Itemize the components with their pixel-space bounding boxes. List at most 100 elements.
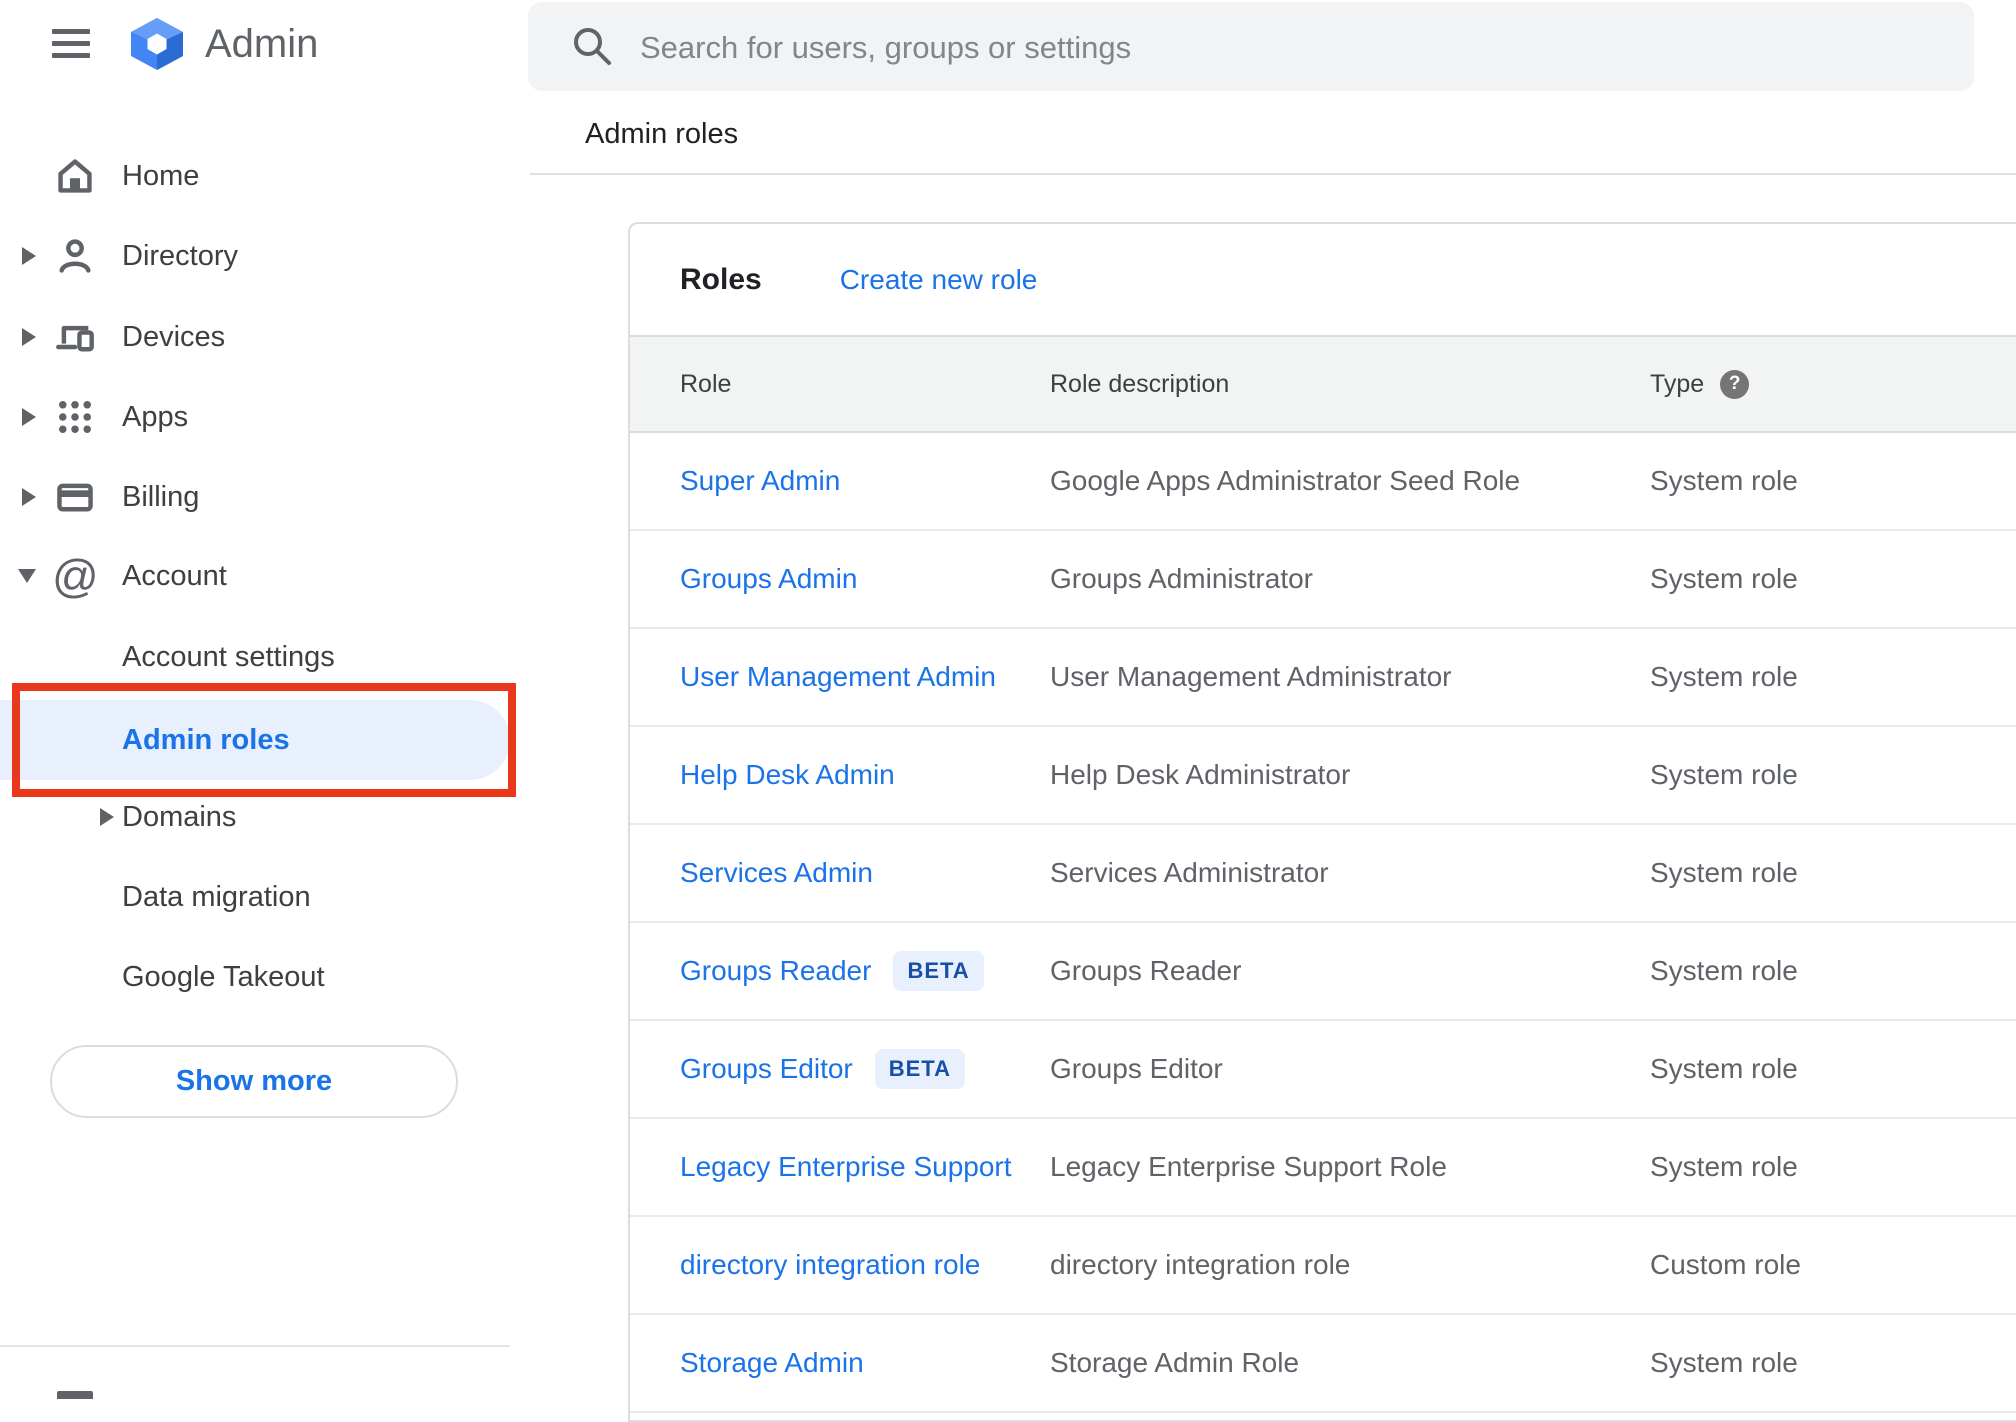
role-link[interactable]: Help Desk Admin — [680, 759, 895, 790]
apps-grid-icon — [59, 401, 91, 433]
role-type: System role — [1650, 661, 1798, 692]
role-type: System role — [1650, 955, 1798, 986]
role-description: Services Administrator — [1050, 857, 1329, 888]
sidebar-item-home[interactable]: Home — [0, 136, 530, 216]
account-at-icon: @ — [52, 550, 99, 602]
card-title: Roles — [680, 262, 762, 296]
role-link[interactable]: Groups Admin — [680, 563, 857, 594]
table-header-row: Role Role description Type ? — [630, 335, 2016, 433]
expand-arrow-icon[interactable] — [22, 328, 36, 346]
table-row: Groups Reader BETA Groups Reader System … — [630, 923, 2016, 1021]
table-row: User Management Admin User Management Ad… — [630, 629, 2016, 727]
help-icon[interactable]: ? — [1720, 369, 1750, 399]
devices-icon — [56, 325, 94, 352]
home-icon — [58, 159, 92, 193]
table-row: Legacy Enterprise Support Legacy Enterpr… — [630, 1119, 2016, 1217]
sidebar-item-domains[interactable]: Domains — [0, 777, 530, 857]
admin-logo: Admin — [127, 14, 318, 74]
sidebar-item-label: Admin roles — [122, 723, 290, 756]
column-header-role: Role — [680, 369, 732, 398]
role-type: System role — [1650, 759, 1798, 790]
role-link[interactable]: Legacy Enterprise Support — [680, 1151, 1012, 1182]
role-type: System role — [1650, 857, 1798, 888]
collapse-arrow-icon[interactable] — [18, 569, 36, 583]
sidebar-item-account[interactable]: @ Account — [0, 536, 530, 616]
table-row: Groups Admin Groups Administrator System… — [630, 531, 2016, 629]
role-description: Google Apps Administrator Seed Role — [1050, 465, 1521, 496]
sidebar-header: Admin — [0, 0, 530, 90]
role-link[interactable]: directory integration role — [680, 1249, 980, 1280]
sidebar-item-billing[interactable]: Billing — [0, 457, 530, 537]
role-type: System role — [1650, 1053, 1798, 1084]
sidebar-item-label: Apps — [122, 400, 189, 433]
role-link[interactable]: Super Admin — [680, 465, 840, 496]
sidebar-item-apps[interactable]: Apps — [0, 377, 530, 457]
sidebar-item-data-migration[interactable]: Data migration — [0, 857, 530, 937]
sidebar-item-label: Directory — [122, 239, 239, 272]
sidebar-item-label: Home — [122, 159, 200, 192]
sidebar-item-label: Google Takeout — [122, 960, 325, 993]
role-type: System role — [1650, 465, 1798, 496]
admin-hexagon-logo-icon — [131, 18, 183, 70]
expand-arrow-icon[interactable] — [22, 247, 36, 265]
role-link[interactable]: User Management Admin — [680, 661, 996, 692]
role-link[interactable]: Storage Admin — [680, 1347, 864, 1378]
header-divider — [530, 173, 2016, 175]
billing-card-icon — [57, 483, 93, 512]
table-row: Storage Admin Storage Admin Role System … — [630, 1315, 2016, 1413]
sidebar-item-admin-roles[interactable]: Admin roles — [0, 700, 530, 780]
beta-badge: BETA — [893, 951, 984, 991]
table-row: Groups Editor BETA Groups Editor System … — [630, 1021, 2016, 1119]
column-header-type: Type — [1650, 369, 1705, 398]
sidebar-item-label: Account settings — [122, 640, 335, 673]
sidebar-item-devices[interactable]: Devices — [0, 297, 530, 377]
search-bar[interactable] — [528, 2, 1974, 93]
sidebar-item-google-takeout[interactable]: Google Takeout — [0, 937, 530, 1017]
sidebar-item-label: Data migration — [122, 880, 311, 913]
role-type: Custom role — [1650, 1249, 1801, 1280]
person-icon — [59, 239, 91, 273]
hamburger-menu-icon[interactable] — [52, 26, 90, 60]
role-link[interactable]: Groups Editor — [680, 1053, 853, 1085]
sidebar-item-account-settings[interactable]: Account settings — [0, 617, 530, 697]
breadcrumb: Admin roles — [585, 118, 739, 150]
roles-card: Roles Create new role Role Role descript… — [628, 222, 2016, 1422]
show-more-button[interactable]: Show more — [50, 1045, 458, 1118]
sidebar-item-label: Devices — [122, 320, 226, 353]
role-description: Storage Admin Role — [1050, 1347, 1300, 1378]
table-row: Services Admin Services Administrator Sy… — [630, 825, 2016, 923]
column-header-description: Role description — [1050, 369, 1230, 398]
role-description: Legacy Enterprise Support Role — [1050, 1151, 1447, 1182]
role-description: Groups Administrator — [1050, 563, 1313, 594]
sidebar-item-directory[interactable]: Directory — [0, 216, 530, 296]
table-row: directory integration role directory int… — [630, 1217, 2016, 1315]
app-title: Admin — [205, 22, 319, 66]
expand-arrow-icon[interactable] — [22, 488, 36, 506]
search-icon — [574, 28, 611, 65]
sidebar: Admin Home Directory Devices Apps Billin… — [0, 0, 530, 1399]
sidebar-item-label: Domains — [122, 800, 237, 833]
table-row: Help Desk Admin Help Desk Administrator … — [630, 727, 2016, 825]
role-link[interactable]: Groups Reader — [680, 955, 871, 987]
beta-badge: BETA — [874, 1049, 966, 1089]
search-input[interactable] — [638, 2, 1922, 93]
role-type: System role — [1650, 1151, 1798, 1182]
role-description: User Management Administrator — [1050, 661, 1452, 692]
role-type: System role — [1650, 1347, 1798, 1378]
role-link[interactable]: Services Admin — [680, 857, 873, 888]
role-description: Groups Editor — [1050, 1053, 1223, 1084]
role-type: System role — [1650, 563, 1798, 594]
role-description: Groups Reader — [1050, 955, 1242, 986]
expand-arrow-icon[interactable] — [22, 408, 36, 426]
card-title-row: Roles Create new role — [630, 224, 2016, 335]
role-description: directory integration role — [1050, 1249, 1351, 1280]
create-new-role-link[interactable]: Create new role — [840, 264, 1038, 296]
sidebar-item-label: Account — [122, 559, 227, 592]
table-row: Super Admin Google Apps Administrator Se… — [630, 433, 2016, 531]
expand-arrow-icon[interactable] — [100, 808, 114, 826]
partial-clipped-icon — [57, 1391, 93, 1399]
role-description: Help Desk Administrator — [1050, 759, 1351, 790]
sidebar-item-label: Billing — [122, 480, 200, 513]
show-more-label: Show more — [175, 1065, 333, 1097]
sidebar-bottom-divider — [0, 1345, 510, 1347]
